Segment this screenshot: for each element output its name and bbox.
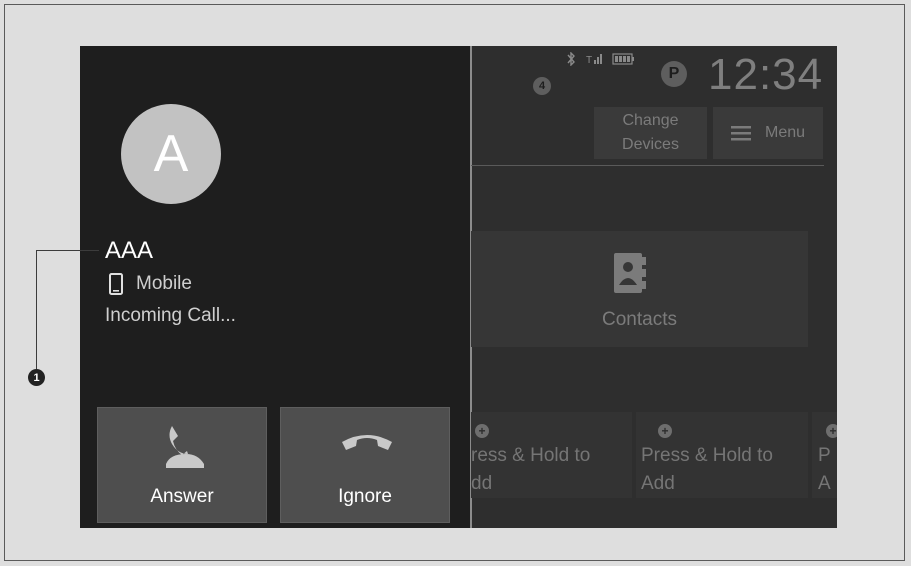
notification-badge: 4 bbox=[533, 77, 551, 95]
tile3-line1: P bbox=[818, 445, 831, 466]
tile2-line2: Add bbox=[641, 473, 675, 494]
caller-avatar: A bbox=[121, 104, 221, 204]
signal-icon: T bbox=[586, 54, 602, 66]
tile1-line1: ress & Hold to bbox=[471, 445, 591, 466]
park-badge: P bbox=[661, 61, 687, 87]
svg-text:T: T bbox=[586, 55, 592, 66]
speed-dial-tile-1[interactable]: + ress & Hold to dd bbox=[471, 412, 632, 498]
battery-icon bbox=[612, 53, 634, 65]
callout-line-horizontal bbox=[36, 250, 99, 251]
tile2-line1: Press & Hold to bbox=[641, 445, 773, 466]
menu-label: Menu bbox=[764, 124, 806, 141]
phone-hangup-icon bbox=[342, 435, 392, 450]
callout-number: 1 bbox=[28, 369, 45, 386]
add-icon: + bbox=[826, 424, 837, 438]
clock: 12:34 bbox=[708, 50, 824, 99]
contacts-book-icon bbox=[614, 253, 646, 293]
caller-name: AAA bbox=[105, 237, 154, 264]
header-rule bbox=[471, 165, 824, 166]
callout-line-vertical bbox=[36, 250, 37, 370]
speed-dial-tile-2[interactable]: + Press & Hold to Add bbox=[636, 412, 808, 498]
ignore-label: Ignore bbox=[338, 486, 392, 507]
contacts-label: Contacts bbox=[602, 309, 677, 330]
bluetooth-icon bbox=[567, 52, 575, 66]
phone-answer-icon bbox=[166, 426, 204, 468]
caller-type: Mobile bbox=[109, 273, 192, 295]
call-status: Incoming Call... bbox=[105, 305, 236, 326]
mobile-phone-icon bbox=[109, 273, 123, 295]
answer-label: Answer bbox=[150, 486, 214, 507]
answer-button[interactable]: Answer bbox=[97, 407, 267, 523]
change-devices-label-2: Devices bbox=[622, 136, 679, 153]
speed-dial-tile-3[interactable]: + P A bbox=[812, 412, 837, 498]
menu-button[interactable]: Menu bbox=[713, 107, 823, 159]
add-icon: + bbox=[658, 424, 672, 438]
change-devices-button[interactable]: Change Devices bbox=[594, 107, 707, 159]
contacts-tile[interactable]: Contacts bbox=[471, 231, 808, 347]
change-devices-label-1: Change bbox=[622, 112, 679, 129]
tile3-line2: A bbox=[818, 473, 831, 494]
tile1-line2: dd bbox=[471, 473, 493, 494]
caller-type-label: Mobile bbox=[136, 273, 192, 294]
add-icon: + bbox=[475, 424, 489, 438]
infotainment-screen: 4 T P 12:34 Change Devices Menu Contacts… bbox=[80, 46, 837, 528]
ignore-button[interactable]: Ignore bbox=[280, 407, 450, 523]
hamburger-icon bbox=[730, 126, 751, 141]
